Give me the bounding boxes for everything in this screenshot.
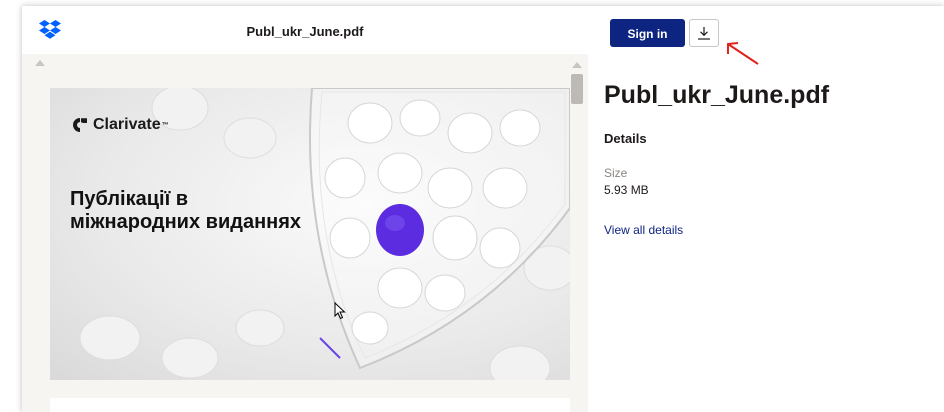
size-label: Size [604,166,628,180]
view-all-details-link[interactable]: View all details [604,223,683,237]
pdf-page-next [50,398,570,412]
viewer-header: Publ_ukr_June.pdf [22,6,588,54]
clarivate-logo-icon [73,118,87,132]
mouse-cursor-icon [334,302,346,320]
details-heading: Details [604,131,647,146]
brand-name: Clarivate [93,116,161,133]
slide-heading: Публікації в міжнародних виданнях [70,188,360,234]
download-button[interactable] [689,19,719,47]
file-title-heading: Publ_ukr_June.pdf [604,81,830,109]
brand-trademark: ™ [161,121,169,129]
annotation-arrow-icon [727,42,759,65]
scrollbar-thumb[interactable] [571,74,583,104]
viewer-scrollbar[interactable] [568,60,586,412]
slide-heading-line1: Публікації в [70,188,189,210]
slide-heading-line2: міжнародних виданнях [70,211,302,233]
app-window: Publ_ukr_June.pdf Clarivate ™ Публікації… [22,6,944,412]
pdf-page: Clarivate ™ Публікації в міжнародних вида… [50,88,570,380]
size-value: 5.93 MB [604,183,649,197]
sign-in-button[interactable]: Sign in [610,19,685,47]
clarivate-brand: Clarivate ™ [72,116,169,134]
scroll-up-icon[interactable] [35,60,45,66]
file-details-panel: Sign in Publ_ukr_June.pdf Details Size 5… [588,6,944,412]
file-title: Publ_ukr_June.pdf [246,24,364,39]
scrollbar-up-icon[interactable] [572,62,582,68]
download-icon [698,27,710,40]
document-viewer: Publ_ukr_June.pdf Clarivate ™ Публікації… [22,6,589,412]
